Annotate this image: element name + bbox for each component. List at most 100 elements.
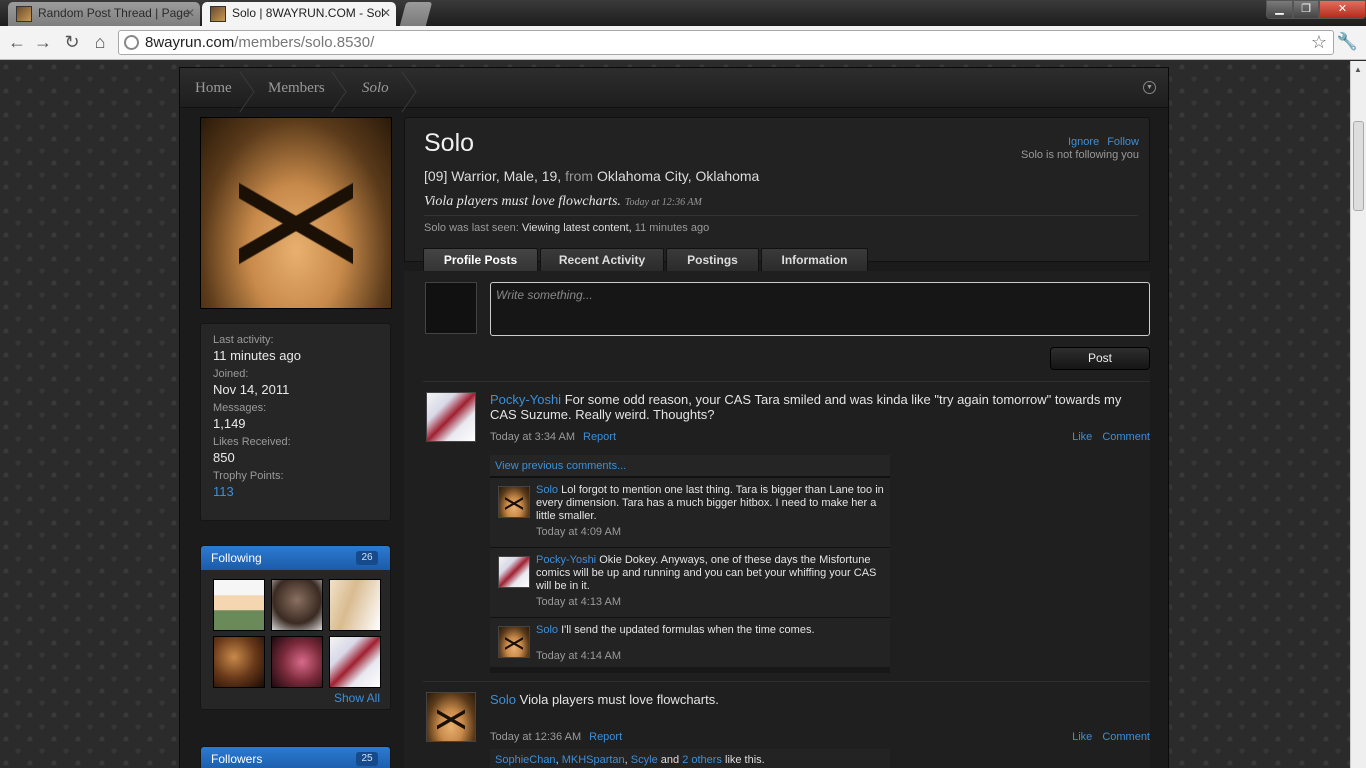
stat-label: Trophy Points: bbox=[213, 470, 284, 482]
followers-header: Followers 25 bbox=[201, 747, 390, 768]
divider bbox=[424, 215, 1138, 216]
avatar[interactable] bbox=[271, 579, 323, 631]
like-link[interactable]: Like bbox=[1072, 431, 1092, 443]
followers-block: Followers 25 bbox=[200, 746, 391, 768]
stat-label: Last activity: bbox=[213, 334, 274, 346]
avatar[interactable] bbox=[329, 636, 381, 688]
avatar[interactable] bbox=[498, 626, 530, 658]
followers-count: 25 bbox=[356, 752, 378, 766]
globe-icon bbox=[124, 35, 139, 50]
username-link[interactable]: Solo bbox=[490, 692, 516, 707]
username-link[interactable]: Pocky-Yoshi bbox=[536, 554, 596, 566]
status-input[interactable]: Write something... bbox=[490, 282, 1150, 336]
scrollbar-thumb[interactable] bbox=[1353, 121, 1364, 211]
reload-icon[interactable]: ↻ bbox=[61, 31, 83, 53]
comment-list: View previous comments... Solo Lol forgo… bbox=[490, 455, 890, 673]
followers-title: Followers bbox=[211, 752, 263, 766]
stat-value: 1,149 bbox=[213, 416, 246, 431]
window-close-button[interactable]: ✕ bbox=[1319, 0, 1366, 19]
comment-link[interactable]: Comment bbox=[1102, 431, 1150, 443]
url-text: 8wayrun.com/members/solo.8530/ bbox=[145, 34, 375, 51]
following-avatars bbox=[201, 570, 390, 688]
post-button[interactable]: Post bbox=[1050, 347, 1150, 370]
username-link[interactable]: Solo bbox=[536, 484, 558, 496]
tab-profile-posts[interactable]: Profile Posts bbox=[423, 248, 538, 272]
report-link[interactable]: Report bbox=[589, 731, 622, 743]
avatar[interactable] bbox=[498, 556, 530, 588]
ignore-link[interactable]: Ignore bbox=[1068, 136, 1099, 148]
page-title: Solo bbox=[424, 129, 475, 157]
member-stats: Last activity: 11 minutes ago Joined: No… bbox=[200, 323, 391, 521]
site-favicon-icon bbox=[16, 6, 32, 22]
chevron-down-icon[interactable]: ▼ bbox=[1143, 81, 1156, 94]
avatar[interactable] bbox=[213, 636, 265, 688]
comment-link[interactable]: Comment bbox=[1102, 731, 1150, 743]
trophy-points-link[interactable]: 113 bbox=[213, 483, 378, 501]
liker-link[interactable]: MKHSpartan bbox=[562, 754, 625, 766]
stat-label: Likes Received: bbox=[213, 436, 291, 448]
breadcrumb-separator bbox=[240, 68, 254, 108]
scroll-up-icon[interactable]: ▲ bbox=[1354, 65, 1362, 74]
tab-information[interactable]: Information bbox=[761, 248, 868, 272]
avatar[interactable] bbox=[498, 486, 530, 518]
breadcrumb-solo[interactable]: Solo bbox=[362, 68, 389, 108]
avatar[interactable] bbox=[329, 579, 381, 631]
avatar[interactable] bbox=[426, 692, 476, 742]
liker-link[interactable]: Scyle bbox=[631, 754, 658, 766]
browser-tab-random-post[interactable]: Random Post Thread | Page ✕ bbox=[8, 2, 200, 26]
comment: Solo I'll send the updated formulas when… bbox=[490, 617, 890, 667]
user-status: Viola players must love flowcharts. Today… bbox=[424, 194, 702, 209]
stat-value: Nov 14, 2011 bbox=[213, 382, 290, 397]
follow-link[interactable]: Follow bbox=[1107, 136, 1139, 148]
breadcrumb: Home Members Solo ▼ bbox=[180, 68, 1168, 108]
following-block: Following 26 Show All bbox=[200, 545, 391, 710]
following-header: Following 26 bbox=[201, 546, 390, 570]
follow-status: Solo is not following you bbox=[1020, 149, 1139, 161]
new-tab-button[interactable] bbox=[399, 2, 433, 26]
avatar[interactable] bbox=[213, 579, 265, 631]
close-icon[interactable]: ✕ bbox=[185, 2, 195, 25]
breadcrumb-members[interactable]: Members bbox=[268, 68, 325, 108]
post-actions: Like Comment bbox=[1062, 731, 1150, 743]
profile-actions: Ignore Follow Solo is not following you bbox=[1021, 136, 1139, 162]
view-previous-comments-link[interactable]: View previous comments... bbox=[490, 455, 890, 477]
maximize-button[interactable]: ❐ bbox=[1293, 0, 1319, 19]
browser-tab-solo[interactable]: Solo | 8WAYRUN.COM - Sol ✕ bbox=[202, 2, 396, 26]
post-meta: Today at 3:34 AM Report bbox=[490, 431, 617, 443]
profile-main: Solo [09] Warrior, Male, 19, from Oklaho… bbox=[404, 117, 1150, 768]
divider bbox=[423, 381, 1150, 382]
tab-postings[interactable]: Postings bbox=[666, 248, 759, 272]
address-bar[interactable]: 8wayrun.com/members/solo.8530/ ☆ bbox=[118, 30, 1334, 55]
avatar[interactable] bbox=[200, 117, 392, 309]
browser-toolbar: ← → ↻ ⌂ 8wayrun.com/members/solo.8530/ ☆… bbox=[0, 26, 1366, 60]
scrollbar[interactable]: ▲ bbox=[1350, 61, 1366, 768]
divider bbox=[423, 681, 1150, 682]
wrench-icon[interactable]: 🔧 bbox=[1337, 32, 1358, 52]
username-link[interactable]: Solo bbox=[536, 624, 558, 636]
tab-recent-activity[interactable]: Recent Activity bbox=[540, 248, 664, 272]
liker-link[interactable]: SophieChan bbox=[495, 754, 556, 766]
others-link[interactable]: 2 others bbox=[682, 754, 722, 766]
minimize-button[interactable]: ▁ bbox=[1266, 0, 1293, 19]
report-link[interactable]: Report bbox=[583, 431, 616, 443]
back-icon[interactable]: ← bbox=[6, 31, 28, 53]
comment-text: Pocky-Yoshi Okie Dokey. Anyways, one of … bbox=[536, 554, 877, 592]
breadcrumb-separator bbox=[402, 68, 416, 108]
avatar[interactable] bbox=[271, 636, 323, 688]
avatar[interactable] bbox=[426, 392, 476, 442]
stat-value: 11 minutes ago bbox=[213, 348, 301, 363]
like-link[interactable]: Like bbox=[1072, 731, 1092, 743]
stat-label: Messages: bbox=[213, 402, 267, 414]
username-link[interactable]: Pocky-Yoshi bbox=[490, 392, 561, 407]
show-all-link[interactable]: Show All bbox=[334, 691, 380, 705]
forward-icon[interactable]: → bbox=[32, 31, 54, 53]
breadcrumb-home[interactable]: Home bbox=[195, 68, 232, 108]
user-blurb: [09] Warrior, Male, 19, from Oklahoma Ci… bbox=[424, 168, 760, 184]
location-link[interactable]: Oklahoma City, Oklahoma bbox=[597, 168, 759, 184]
home-icon[interactable]: ⌂ bbox=[89, 31, 111, 53]
breadcrumb-separator bbox=[332, 68, 346, 108]
bookmark-star-icon[interactable]: ☆ bbox=[1311, 32, 1327, 53]
close-icon[interactable]: ✕ bbox=[381, 2, 391, 25]
likes-summary: SophieChan, MKHSpartan, Scyle and 2 othe… bbox=[490, 749, 890, 768]
last-seen: Solo was last seen: Viewing latest conte… bbox=[424, 222, 710, 234]
